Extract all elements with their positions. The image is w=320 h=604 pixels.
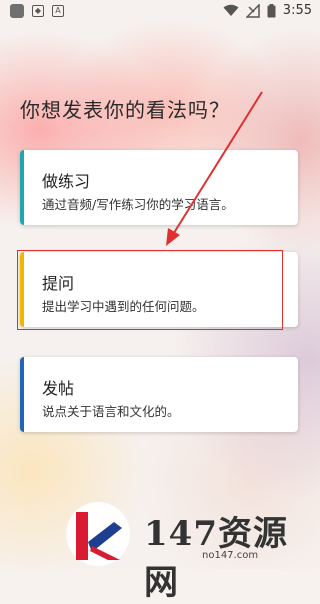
pointer-arrow-icon (166, 91, 263, 246)
watermark-url: no147.com (202, 550, 259, 561)
watermark-logo-icon (66, 502, 130, 566)
watermark: 147资源网 no147.com (62, 498, 320, 603)
